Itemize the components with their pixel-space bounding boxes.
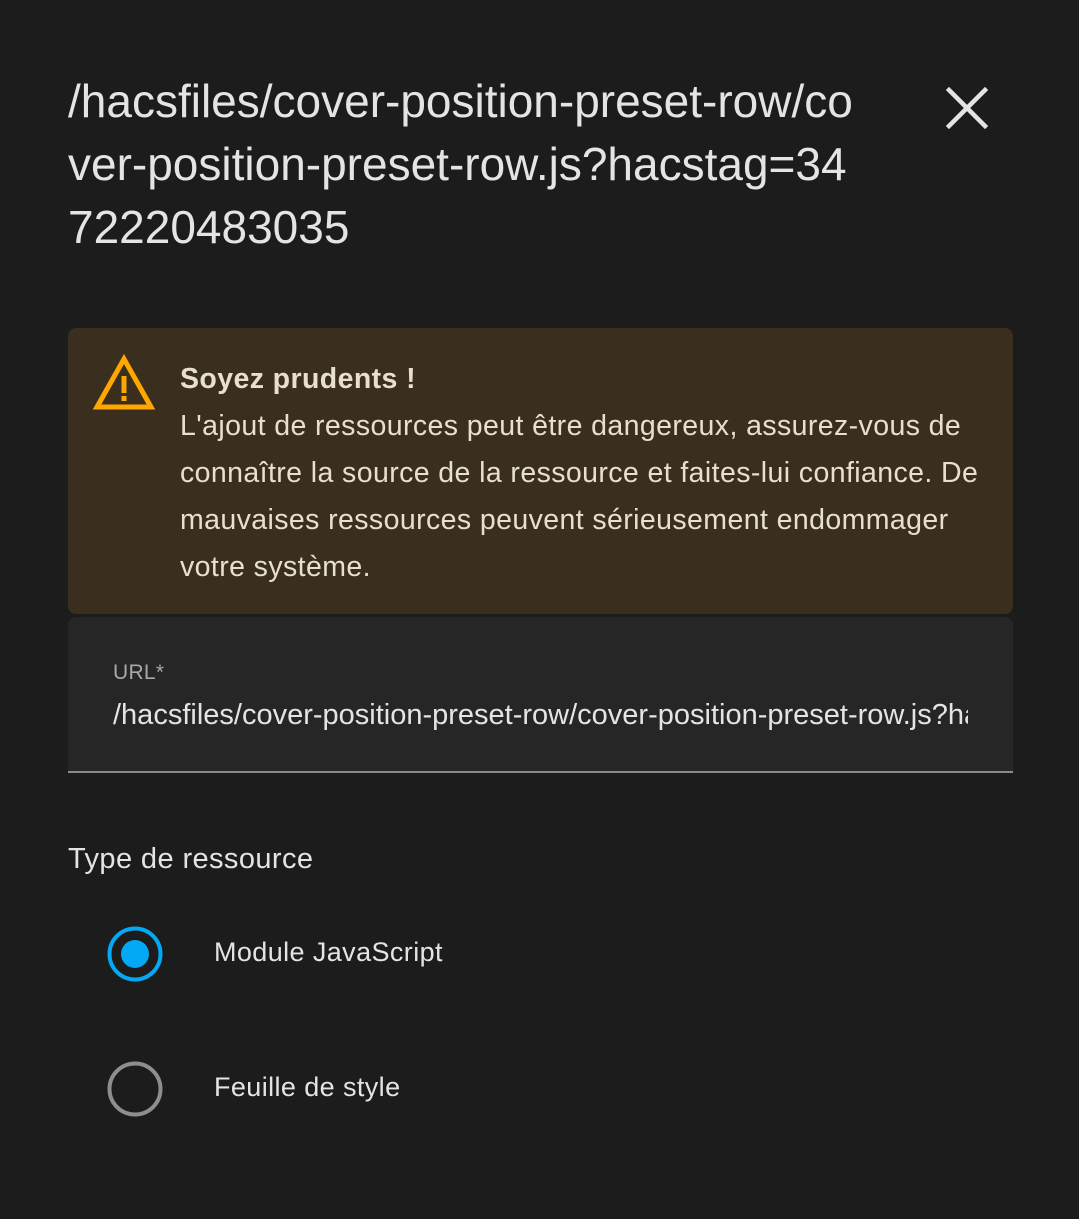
radio-checked-icon[interactable] — [107, 926, 163, 982]
url-input[interactable]: /hacsfiles/cover-position-preset-row/cov… — [113, 699, 968, 732]
radio-option-stylesheet[interactable]: Feuille de style — [100, 1054, 700, 1124]
dialog-title: /hacsfiles/cover-position-preset-row/cov… — [68, 75, 853, 253]
resource-type-label: Type de ressource — [68, 843, 314, 875]
close-button[interactable] — [932, 80, 1002, 136]
radio-option-javascript-module[interactable]: Module JavaScript — [100, 919, 700, 989]
url-field[interactable]: URL* /hacsfiles/cover-position-preset-ro… — [68, 617, 1013, 773]
radio-label-stylesheet: Feuille de style — [214, 1072, 401, 1102]
url-field-label: URL* — [113, 661, 165, 684]
radio-label-javascript-module: Module JavaScript — [214, 937, 443, 967]
alert-body: Soyez prudents ! L'ajout de ressources p… — [180, 356, 990, 591]
warning-alert: Soyez prudents ! L'ajout de ressources p… — [68, 328, 1013, 614]
alert-message: L'ajout de ressources peut être dangereu… — [180, 410, 979, 583]
radio-unchecked-icon[interactable] — [107, 1061, 163, 1117]
close-icon — [945, 86, 989, 130]
resource-dialog: /hacsfiles/cover-position-preset-row/cov… — [0, 0, 1079, 1219]
alert-title: Soyez prudents ! — [180, 363, 417, 395]
warning-icon — [92, 354, 156, 410]
